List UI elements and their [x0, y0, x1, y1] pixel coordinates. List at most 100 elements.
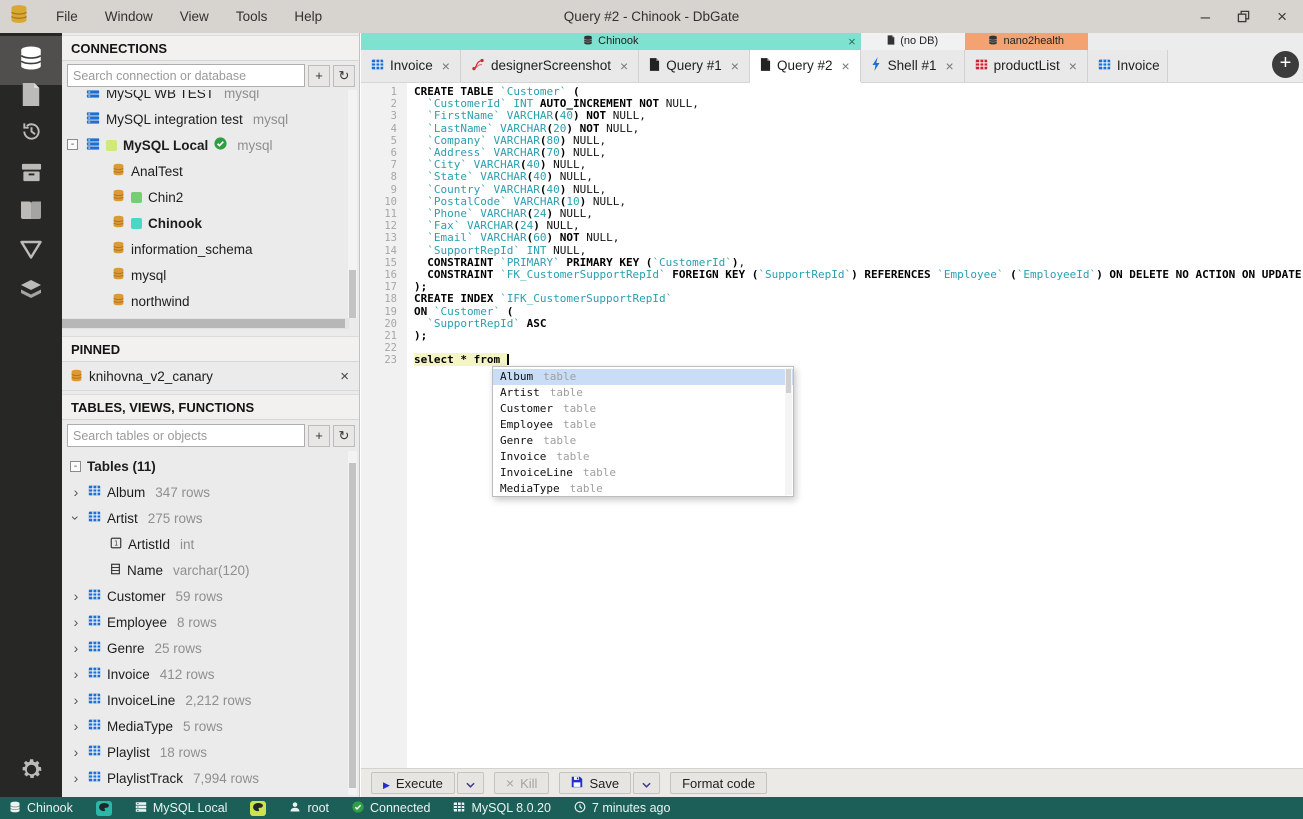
table-item[interactable]: › Artist 275 rows: [62, 505, 359, 531]
autocomplete-scrollbar[interactable]: [785, 368, 792, 495]
tab[interactable]: Invoice: [1087, 49, 1168, 82]
refresh-connections-button[interactable]: ↻: [333, 64, 355, 87]
status-item[interactable]: root: [289, 801, 329, 816]
tab[interactable]: Query #1 ×: [639, 49, 750, 82]
connection-item[interactable]: MySQL WB TEST mysql: [62, 90, 359, 106]
menu-help[interactable]: Help: [294, 9, 322, 24]
table-item[interactable]: › Employee 8 rows: [62, 609, 359, 635]
save-dropdown-button[interactable]: [633, 772, 661, 794]
tab[interactable]: productList ×: [964, 49, 1088, 82]
connection-item[interactable]: MySQL integration test mysql: [62, 106, 359, 132]
tables-root-item[interactable]: - Tables (11): [62, 453, 359, 479]
table-item[interactable]: › Genre 25 rows: [62, 635, 359, 661]
tab-group-header[interactable]: nano2health: [964, 33, 1088, 50]
table-item[interactable]: › Invoice 412 rows: [62, 661, 359, 687]
connection-item[interactable]: Chin2: [62, 184, 359, 210]
tab[interactable]: Shell #1 ×: [860, 49, 965, 82]
table-item[interactable]: › InvoiceLine 2,212 rows: [62, 687, 359, 713]
minimize-button[interactable]: –: [1201, 8, 1210, 25]
expand-caret-icon[interactable]: ›: [70, 745, 82, 759]
rail-filters-button[interactable]: [0, 235, 62, 269]
table-item[interactable]: › Album 347 rows: [62, 479, 359, 505]
expand-caret-icon[interactable]: ›: [70, 485, 82, 499]
execute-dropdown-button[interactable]: [456, 772, 484, 794]
tab-group-header[interactable]: Chinook ×: [361, 33, 861, 50]
tables-vertical-scrollbar[interactable]: [348, 451, 357, 795]
color-theme-chip[interactable]: [250, 800, 267, 816]
refresh-tables-button[interactable]: ↻: [333, 424, 355, 447]
close-tab-button[interactable]: ×: [731, 58, 739, 74]
connection-item[interactable]: - MySQL Local mysql: [62, 132, 359, 158]
autocomplete-item[interactable]: Artist table: [493, 385, 793, 401]
connections-vertical-scrollbar[interactable]: [348, 90, 357, 318]
menu-view[interactable]: View: [180, 9, 209, 24]
rail-history-button[interactable]: [0, 117, 62, 151]
restore-button[interactable]: [1237, 10, 1250, 23]
table-item[interactable]: › Playlist 18 rows: [62, 739, 359, 765]
color-theme-chip[interactable]: [95, 800, 112, 816]
connection-item[interactable]: information_schema: [62, 236, 359, 262]
autocomplete-item[interactable]: Employee table: [493, 417, 793, 433]
sql-editor[interactable]: 1 CREATE TABLE `Customer` (2 `CustomerId`…: [361, 83, 1303, 768]
connection-item[interactable]: AnalTest: [62, 158, 359, 184]
autocomplete-item[interactable]: Invoice table: [493, 449, 793, 465]
format-code-button[interactable]: Format code: [670, 772, 768, 794]
autocomplete-item[interactable]: MediaType table: [493, 481, 793, 497]
expand-caret-icon[interactable]: ›: [70, 641, 82, 655]
add-connection-button[interactable]: +: [308, 64, 330, 87]
expand-caret-icon[interactable]: ›: [70, 719, 82, 733]
rail-files-button[interactable]: [0, 80, 62, 114]
tab-group-header[interactable]: [1087, 33, 1168, 50]
expand-caret-icon[interactable]: ›: [70, 615, 82, 629]
tab[interactable]: Query #2 ×: [749, 49, 861, 82]
expand-caret-icon[interactable]: ›: [68, 512, 84, 524]
connections-search-input[interactable]: [67, 64, 305, 87]
pinned-item[interactable]: knihovna_v2_canary ×: [62, 363, 359, 391]
close-tab-button[interactable]: ×: [1069, 58, 1077, 74]
connection-item[interactable]: mysql: [62, 262, 359, 288]
autocomplete-item[interactable]: InvoiceLine table: [493, 465, 793, 481]
status-item[interactable]: [250, 800, 267, 816]
connections-horizontal-scrollbar[interactable]: [62, 318, 349, 329]
autocomplete-item[interactable]: Customer table: [493, 401, 793, 417]
status-item[interactable]: MySQL 8.0.20: [453, 801, 551, 816]
expand-caret-icon[interactable]: ›: [70, 771, 82, 785]
status-item[interactable]: Connected: [352, 800, 430, 816]
close-button[interactable]: ×: [1277, 8, 1287, 25]
kill-button[interactable]: × Kill: [493, 772, 550, 794]
status-item[interactable]: MySQL Local: [135, 801, 227, 816]
close-tab-button[interactable]: ×: [442, 58, 450, 74]
connection-item[interactable]: Chinook: [62, 210, 359, 236]
menu-file[interactable]: File: [56, 9, 78, 24]
status-item[interactable]: Chinook: [9, 801, 73, 816]
new-tab-button[interactable]: +: [1272, 51, 1299, 78]
rail-archive-button[interactable]: [0, 158, 62, 192]
collapse-toggle-icon[interactable]: -: [70, 460, 81, 472]
expand-caret-icon[interactable]: ›: [70, 693, 82, 707]
tables-search-input[interactable]: [67, 424, 305, 447]
close-tab-button[interactable]: ×: [945, 58, 953, 74]
collapse-toggle-icon[interactable]: -: [67, 139, 78, 150]
rail-reference-button[interactable]: [0, 195, 62, 229]
rail-settings-button[interactable]: [0, 755, 62, 789]
autocomplete-item[interactable]: Genre table: [493, 433, 793, 449]
column-item[interactable]: Name varchar(120): [62, 557, 359, 583]
unpin-button[interactable]: ×: [340, 368, 349, 385]
connection-item[interactable]: northwind: [62, 288, 359, 314]
autocomplete-item[interactable]: Album table: [493, 369, 793, 385]
expand-caret-icon[interactable]: ›: [70, 667, 82, 681]
table-item[interactable]: › Customer 59 rows: [62, 583, 359, 609]
table-item[interactable]: › MediaType 5 rows: [62, 713, 359, 739]
close-group-button[interactable]: ×: [848, 34, 856, 49]
menu-tools[interactable]: Tools: [236, 9, 268, 24]
rail-plugins-button[interactable]: [0, 276, 62, 310]
menu-window[interactable]: Window: [105, 9, 153, 24]
status-item[interactable]: 7 minutes ago: [574, 801, 670, 816]
expand-caret-icon[interactable]: ›: [70, 589, 82, 603]
close-tab-button[interactable]: ×: [841, 58, 849, 74]
tab[interactable]: designerScreenshot ×: [460, 49, 640, 82]
add-table-button[interactable]: +: [308, 424, 330, 447]
table-item[interactable]: › PlaylistTrack 7,994 rows: [62, 765, 359, 791]
tab-group-header[interactable]: (no DB): [860, 33, 965, 50]
status-item[interactable]: [95, 800, 112, 816]
